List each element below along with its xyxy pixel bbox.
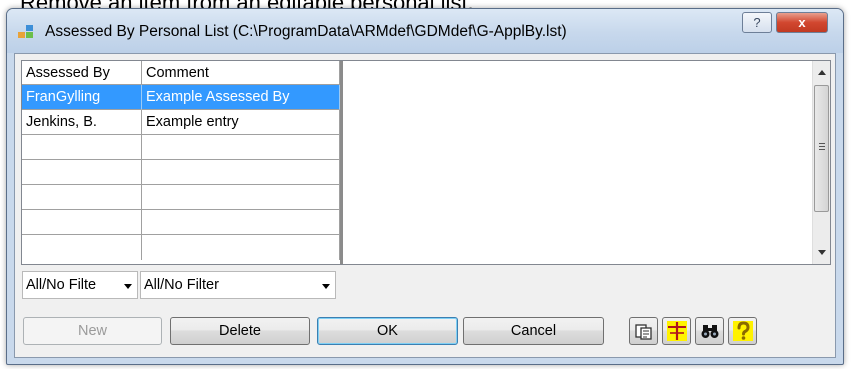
help-titlebar-button[interactable]: ? — [742, 12, 772, 33]
find-button[interactable] — [695, 317, 724, 345]
vertical-scrollbar[interactable] — [812, 61, 830, 264]
help-button[interactable] — [728, 317, 757, 345]
cell-assessed-by[interactable] — [22, 210, 142, 235]
cell-comment[interactable] — [142, 210, 340, 235]
cell-assessed-by[interactable] — [22, 135, 142, 160]
help-icon — [733, 321, 753, 341]
cell-comment[interactable] — [142, 235, 340, 260]
grip-line — [819, 146, 825, 147]
grip-line — [819, 143, 825, 144]
cell-comment[interactable]: Example entry — [142, 110, 340, 135]
cell-comment[interactable] — [142, 160, 340, 185]
chevron-down-icon — [322, 284, 330, 289]
dialog-window: Assessed By Personal List (C:\ProgramDat… — [6, 8, 844, 365]
column-sizer-icon — [667, 321, 687, 341]
grip-line — [819, 149, 825, 150]
personal-list-grid[interactable]: Assessed By Comment FranGylling Example … — [21, 60, 831, 265]
scroll-down-icon[interactable] — [818, 250, 826, 255]
close-icon: x — [798, 15, 806, 30]
binoculars-icon — [701, 325, 719, 338]
column-header-assessed-by[interactable]: Assessed By — [22, 61, 142, 85]
close-button[interactable]: x — [776, 12, 828, 33]
grid-splitter[interactable] — [340, 61, 343, 264]
cell-assessed-by[interactable] — [22, 160, 142, 185]
scrollbar-thumb[interactable] — [814, 85, 829, 212]
cell-comment[interactable] — [142, 185, 340, 210]
filter2-value: All/No Filter — [144, 277, 219, 293]
column-sizer-button[interactable] — [662, 317, 691, 345]
cell-comment[interactable] — [142, 135, 340, 160]
scroll-up-icon[interactable] — [818, 70, 826, 75]
cancel-button[interactable]: Cancel — [463, 317, 604, 345]
cell-assessed-by[interactable]: FranGylling — [22, 85, 142, 110]
title-bar: Assessed By Personal List (C:\ProgramDat… — [7, 9, 843, 53]
delete-button[interactable]: Delete — [170, 317, 310, 345]
dialog-client-area: Assessed By Comment FranGylling Example … — [14, 53, 836, 358]
app-icon — [18, 25, 34, 39]
question-mark-icon: ? — [753, 15, 761, 30]
new-button[interactable]: New — [23, 317, 162, 345]
filter1-value: All/No Filte — [26, 277, 97, 293]
cell-assessed-by[interactable] — [22, 235, 142, 260]
comment-filter-dropdown[interactable]: All/No Filter — [140, 271, 336, 299]
column-header-comment[interactable]: Comment — [142, 61, 340, 85]
cell-comment[interactable]: Example Assessed By — [142, 85, 340, 110]
copy-icon — [635, 324, 652, 340]
ok-button[interactable]: OK — [317, 317, 458, 345]
assessed-by-filter-dropdown[interactable]: All/No Filte — [22, 271, 138, 299]
cell-assessed-by[interactable] — [22, 185, 142, 210]
copy-button[interactable] — [629, 317, 658, 345]
chevron-down-icon — [124, 284, 132, 289]
cell-assessed-by[interactable]: Jenkins, B. — [22, 110, 142, 135]
window-title: Assessed By Personal List (C:\ProgramDat… — [45, 23, 567, 40]
